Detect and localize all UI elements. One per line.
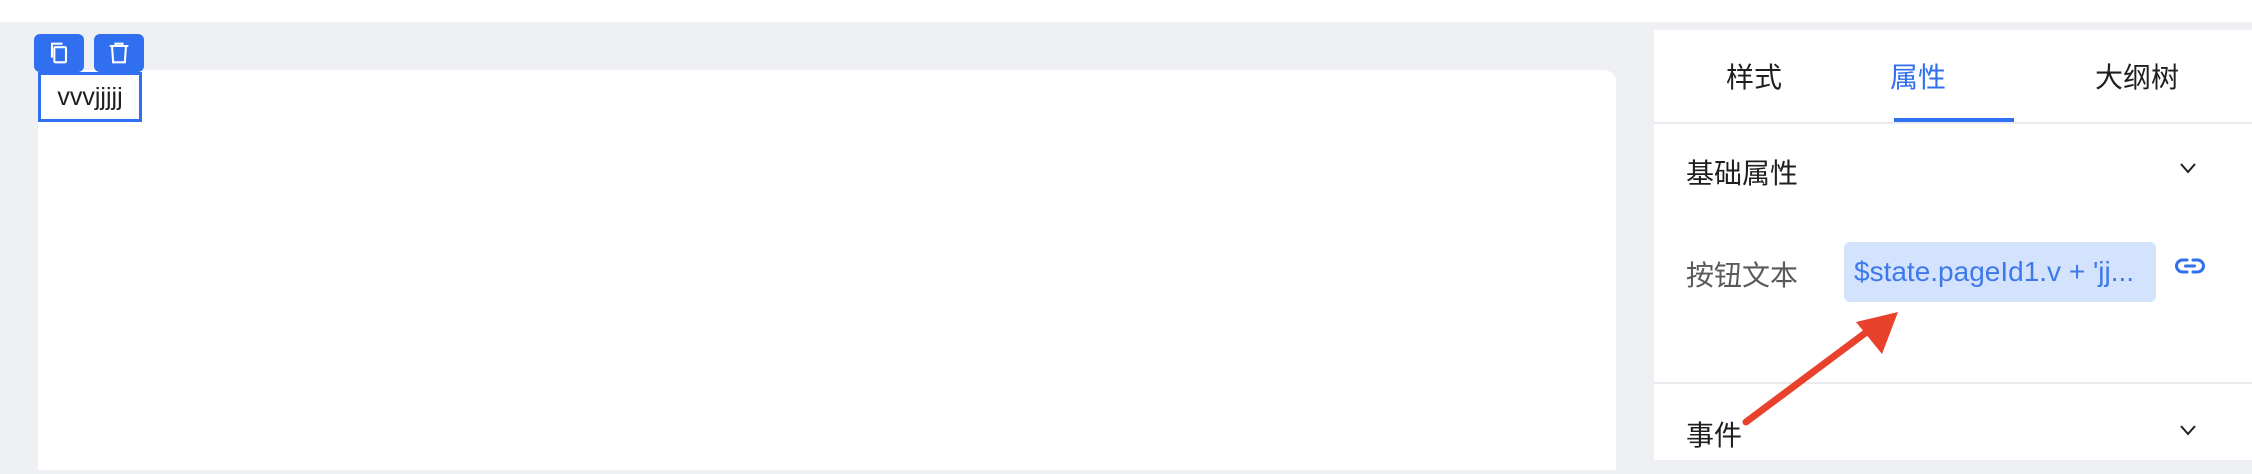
copy-icon: [50, 42, 68, 64]
tab-style[interactable]: 样式: [1654, 30, 1854, 122]
link-icon[interactable]: [2172, 248, 2208, 284]
selected-canvas-button[interactable]: vvvjjjjj: [38, 72, 142, 122]
annotation-arrow: [1742, 312, 1898, 426]
section-basic-properties[interactable]: 基础属性: [1654, 122, 2252, 212]
design-canvas[interactable]: [38, 70, 1616, 470]
tab-properties[interactable]: 属性: [1858, 30, 1978, 122]
tab-outline-tree[interactable]: 大纲树: [2054, 30, 2220, 122]
panel-tabs: 样式 属性 大纲树: [1654, 30, 2252, 124]
chevron-down-icon: [2180, 163, 2196, 174]
button-text-value-field[interactable]: $state.pageId1.v + 'jj...: [1844, 242, 2156, 302]
button-text-label: 按钮文本: [1686, 260, 1799, 291]
selection-toolbar: [34, 34, 144, 72]
top-bar: [0, 0, 2252, 22]
trash-icon: [109, 42, 129, 64]
copy-button[interactable]: [34, 34, 84, 72]
section-title: 基础属性: [1686, 158, 1799, 189]
chevron-down-icon: [2180, 425, 2196, 436]
delete-button[interactable]: [94, 34, 144, 72]
section-title: 事件: [1686, 420, 1743, 451]
